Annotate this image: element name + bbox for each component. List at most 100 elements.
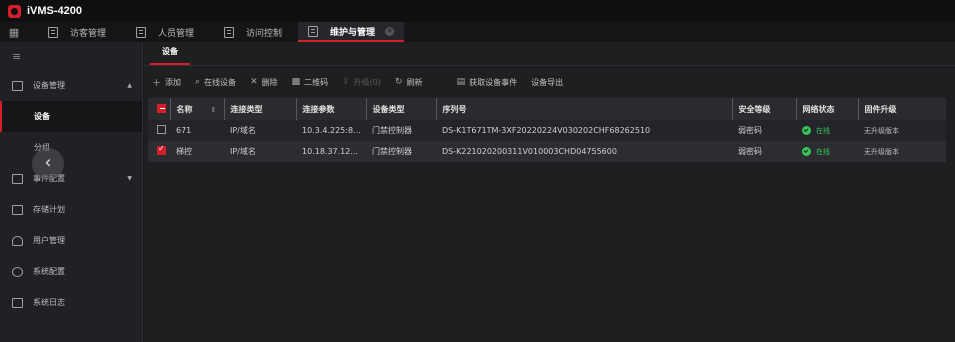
header-firmware[interactable]: 固件升级: [857, 98, 946, 120]
visitor-icon: [48, 26, 58, 38]
tab-label: 维护与管理: [330, 27, 376, 38]
main-panel: 设备 ＋添加 ⌕ 在线设备 ✕ 删除 ▩ 二维码 ⇧ 升级(0) ↻ 刷新 ▤ 获取设备事件…: [144, 42, 955, 342]
module-grid-icon[interactable]: ▦: [4, 22, 24, 42]
gear-icon: [12, 266, 23, 277]
tab-access-control[interactable]: 访问控制: [214, 22, 292, 42]
cell-device-type: 门禁控制器: [366, 141, 436, 162]
refresh-label: 刷新: [406, 77, 423, 87]
app-logo-icon: [8, 4, 21, 18]
sort-icon[interactable]: ⇕: [211, 106, 217, 114]
sidebar-item-device[interactable]: 设备: [0, 101, 142, 132]
cell-serial: DS-K1T671TM-3XF20220224V030202CHF6826251…: [436, 120, 732, 141]
row-checkbox[interactable]: [157, 144, 166, 155]
get-events-button[interactable]: ▤ 获取设备事件: [457, 77, 518, 88]
cell-conn-param: 10.18.37.12...: [296, 141, 366, 162]
sidebar-item-system-log[interactable]: 系统日志: [0, 287, 142, 318]
delete-icon: ✕: [250, 77, 258, 87]
upgrade-label: 升级(0): [353, 77, 382, 87]
header-conn-type[interactable]: 连接类型: [223, 98, 296, 120]
device-table: 名称 ⇕ 连接类型 连接参数 设备类型 序列号 安全等级 网络状态 固件升级 67…: [148, 98, 946, 162]
sidebar-item-label: 用户管理: [33, 236, 65, 245]
sidebar-item-label: 系统日志: [33, 298, 65, 307]
menu-toggle-icon[interactable]: ≡: [0, 42, 142, 70]
table-header-row: 名称 ⇕ 连接类型 连接参数 设备类型 序列号 安全等级 网络状态 固件升级: [148, 98, 946, 120]
delete-label: 删除: [261, 77, 278, 87]
row-checkbox[interactable]: [157, 125, 166, 134]
add-button[interactable]: ＋添加: [152, 76, 181, 89]
sidebar: ≡ 设备管理 ▲ 设备 分组 事件配置 ▼ 存储计划 用户管理 系统配置 系统日…: [0, 42, 143, 342]
tab-visitor[interactable]: 访客管理: [38, 22, 116, 42]
cell-status: 在线: [796, 141, 858, 162]
app-title: iVMS-4200: [27, 5, 83, 17]
sidebar-item-system-config[interactable]: 系统配置: [0, 256, 142, 287]
status-label: 在线: [816, 147, 830, 156]
header-device-type[interactable]: 设备类型: [365, 98, 436, 120]
qrcode-icon: ▩: [291, 77, 301, 87]
tab-label: 访问控制: [246, 28, 283, 39]
header-name[interactable]: 名称 ⇕: [169, 98, 224, 120]
expand-arrow-icon: ▼: [127, 175, 132, 182]
qrcode-button[interactable]: ▩ 二维码: [292, 77, 329, 88]
storage-icon: [12, 204, 23, 215]
cell-status: 在线: [796, 120, 858, 141]
sidebar-item-group[interactable]: 分组: [0, 132, 142, 163]
add-label: 添加: [165, 77, 182, 87]
tab-maintenance[interactable]: 维护与管理 ✕: [298, 22, 405, 42]
cell-device-type: 门禁控制器: [366, 120, 436, 141]
select-all-checkbox[interactable]: [157, 103, 166, 113]
sidebar-item-device-management[interactable]: 设备管理 ▲: [0, 70, 142, 101]
upload-icon: ⇧: [342, 77, 350, 87]
export-button[interactable]: 设备导出: [531, 77, 563, 88]
close-tab-icon[interactable]: ✕: [385, 26, 395, 36]
event-config-icon: [12, 173, 23, 184]
status-badge: 在线: [802, 126, 858, 136]
title-bar: iVMS-4200: [0, 0, 955, 22]
online-check-icon: [802, 147, 811, 156]
sidebar-item-event-config[interactable]: 事件配置 ▼: [0, 163, 142, 194]
upgrade-button[interactable]: ⇧ 升级(0): [342, 77, 381, 88]
status-label: 在线: [816, 126, 830, 135]
online-check-icon: [802, 126, 811, 135]
header-security[interactable]: 安全等级: [731, 98, 796, 120]
tab-device[interactable]: 设备: [150, 46, 190, 65]
cell-security: 弱密码: [732, 141, 796, 162]
header-status[interactable]: 网络状态: [795, 98, 858, 120]
sidebar-item-label: 系统配置: [33, 267, 65, 276]
cell-security: 弱密码: [732, 120, 796, 141]
qrcode-label: 二维码: [304, 77, 329, 87]
back-arrow-icon[interactable]: ‹: [32, 148, 64, 180]
delete-button[interactable]: ✕ 删除: [250, 77, 278, 88]
online-devices-button[interactable]: ⌕ 在线设备: [195, 77, 236, 88]
person-icon: [136, 26, 147, 38]
cell-conn-type: IP/域名: [224, 120, 296, 141]
refresh-icon: ↻: [395, 77, 403, 87]
row-checkbox-cell[interactable]: [148, 141, 170, 162]
export-label: 设备导出: [531, 77, 564, 87]
sidebar-item-label: 存储计划: [33, 205, 65, 214]
maintenance-icon: [308, 25, 319, 37]
select-all-header[interactable]: [148, 98, 170, 120]
sidebar-item-label: 设备: [34, 112, 50, 121]
toolbar: ＋添加 ⌕ 在线设备 ✕ 删除 ▩ 二维码 ⇧ 升级(0) ↻ 刷新 ▤ 获取设备事件 设备…: [144, 66, 955, 98]
cell-firmware: 无升级版本: [858, 141, 946, 162]
header-serial[interactable]: 序列号: [435, 98, 732, 120]
tab-person[interactable]: 人员管理: [126, 22, 204, 42]
log-icon: [12, 297, 23, 308]
sub-tab-bar: 设备: [144, 42, 955, 66]
user-icon: [12, 235, 23, 246]
tab-label: 访客管理: [70, 28, 107, 39]
cell-serial: DS-K221020200311V010003CHD04755600: [436, 141, 732, 162]
table-row[interactable]: 671 IP/域名 10.3.4.225:8... 门禁控制器 DS-K1T67…: [148, 120, 946, 141]
sidebar-item-user-management[interactable]: 用户管理: [0, 225, 142, 256]
module-tab-bar: ▦ 访客管理 人员管理 访问控制 维护与管理 ✕: [0, 22, 955, 42]
refresh-button[interactable]: ↻ 刷新: [395, 77, 423, 88]
header-label: 名称: [176, 104, 193, 114]
header-conn-param[interactable]: 连接参数: [295, 98, 366, 120]
row-checkbox-cell[interactable]: [148, 120, 170, 141]
online-devices-label: 在线设备: [204, 77, 237, 87]
tab-label: 人员管理: [158, 28, 195, 39]
cell-conn-type: IP/域名: [224, 141, 296, 162]
table-row[interactable]: 梯控 IP/域名 10.18.37.12... 门禁控制器 DS-K221020…: [148, 141, 946, 162]
sidebar-item-storage-plan[interactable]: 存储计划: [0, 194, 142, 225]
cell-name: 671: [170, 120, 224, 141]
